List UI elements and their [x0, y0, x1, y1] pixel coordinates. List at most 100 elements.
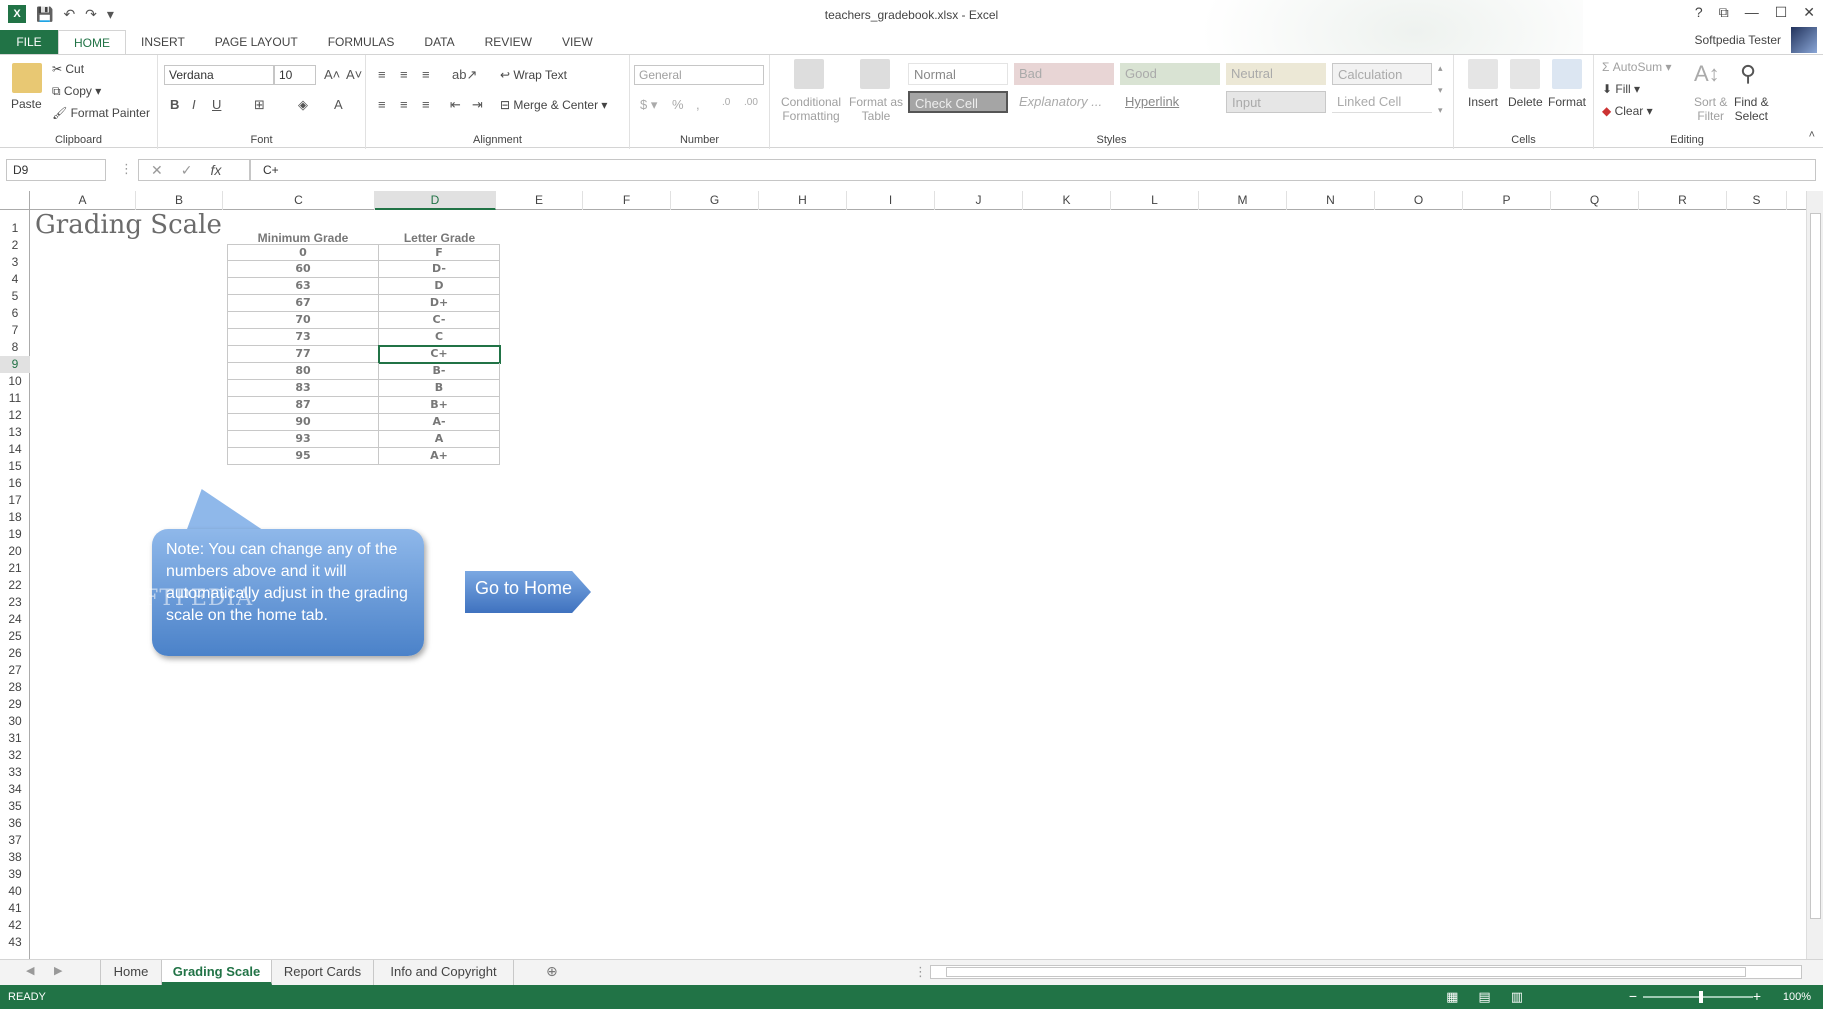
styles-more-icon[interactable]: ▾	[1438, 105, 1443, 116]
style-explanatory[interactable]: Explanatory ...	[1014, 91, 1114, 113]
conditional-formatting-icon[interactable]	[794, 59, 824, 89]
row-header-12[interactable]: 12	[0, 407, 30, 424]
copy-button[interactable]: ⧉ Copy ▾	[52, 84, 101, 99]
find-select-button[interactable]: Find & Select	[1734, 95, 1769, 123]
user-name[interactable]: Softpedia Tester	[1694, 33, 1781, 47]
normal-view-icon[interactable]: ▦	[1446, 989, 1458, 1005]
page-layout-view-icon[interactable]: ▤	[1478, 989, 1490, 1005]
column-header-s[interactable]: S	[1727, 191, 1787, 210]
row-header-35[interactable]: 35	[0, 798, 30, 815]
tab-view[interactable]: VIEW	[547, 30, 608, 54]
sheet-tab-home[interactable]: Home	[100, 960, 162, 985]
letter-grade-cell[interactable]: A-	[379, 414, 500, 431]
delete-button[interactable]: Delete	[1508, 95, 1543, 109]
align-bottom-icon[interactable]: ≡	[422, 67, 430, 82]
paste-button[interactable]: Paste	[11, 97, 42, 111]
tab-splitter-icon[interactable]: ⋮	[914, 964, 927, 980]
row-header-27[interactable]: 27	[0, 662, 30, 679]
style-hyperlink[interactable]: Hyperlink	[1120, 91, 1220, 113]
insert-function-icon[interactable]: fx	[210, 162, 221, 178]
binoculars-icon[interactable]: ⚲	[1740, 61, 1756, 87]
orientation-icon[interactable]: ab↗	[452, 67, 477, 83]
grow-font-icon[interactable]: A˄	[324, 67, 340, 82]
row-header-38[interactable]: 38	[0, 849, 30, 866]
min-grade-cell[interactable]: 93	[227, 431, 379, 448]
letter-grade-cell[interactable]: C-	[379, 312, 500, 329]
fill-color-icon[interactable]: ◈	[298, 97, 308, 113]
increase-decimal-icon[interactable]: .0	[722, 97, 730, 108]
row-header-10[interactable]: 10	[0, 373, 30, 390]
sheet-tab-grading-scale[interactable]: Grading Scale	[162, 960, 272, 985]
align-center-icon[interactable]: ≡	[400, 97, 408, 112]
row-header-19[interactable]: 19	[0, 526, 30, 543]
insert-cells-icon[interactable]	[1468, 59, 1498, 89]
column-header-k[interactable]: K	[1023, 191, 1111, 210]
letter-grade-cell[interactable]: F	[379, 244, 500, 261]
align-middle-icon[interactable]: ≡	[400, 67, 408, 82]
sheet-tab-info-copyright[interactable]: Info and Copyright	[374, 960, 514, 985]
min-grade-cell[interactable]: 80	[227, 363, 379, 380]
comma-icon[interactable]: ,	[696, 97, 700, 112]
column-header-b[interactable]: B	[136, 191, 223, 210]
letter-grade-cell[interactable]: A	[379, 431, 500, 448]
sheet-title[interactable]: Grading Scale	[35, 210, 222, 240]
autosum-button[interactable]: Σ AutoSum ▾	[1602, 60, 1671, 74]
row-header-32[interactable]: 32	[0, 747, 30, 764]
letter-grade-cell[interactable]: D	[379, 278, 500, 295]
row-header-4[interactable]: 4	[0, 271, 30, 288]
prev-sheet-icon[interactable]: ◀	[26, 964, 34, 977]
column-header-q[interactable]: Q	[1551, 191, 1639, 210]
name-box[interactable]: D9	[6, 159, 106, 181]
borders-icon[interactable]: ⊞	[254, 97, 265, 113]
format-cells-icon[interactable]	[1552, 59, 1582, 89]
cancel-icon[interactable]: ✕	[151, 162, 163, 179]
format-as-table-icon[interactable]	[860, 59, 890, 89]
min-grade-cell[interactable]: 73	[227, 329, 379, 346]
row-header-22[interactable]: 22	[0, 577, 30, 594]
number-format-select[interactable]: General	[634, 65, 764, 85]
column-header-l[interactable]: L	[1111, 191, 1199, 210]
column-header-h[interactable]: H	[759, 191, 847, 210]
row-header-34[interactable]: 34	[0, 781, 30, 798]
row-header-23[interactable]: 23	[0, 594, 30, 611]
cut-button[interactable]: ✂ Cut	[52, 62, 84, 76]
min-grade-cell[interactable]: 63	[227, 278, 379, 295]
select-all-corner[interactable]	[0, 191, 30, 210]
style-neutral[interactable]: Neutral	[1226, 63, 1326, 85]
row-header-20[interactable]: 20	[0, 543, 30, 560]
row-header-25[interactable]: 25	[0, 628, 30, 645]
row-header-37[interactable]: 37	[0, 832, 30, 849]
selected-letter-grade-cell[interactable]: C+	[378, 345, 501, 364]
letter-grade-cell[interactable]: A+	[379, 448, 500, 465]
column-header-j[interactable]: J	[935, 191, 1023, 210]
row-header-21[interactable]: 21	[0, 560, 30, 577]
min-grade-cell[interactable]: 87	[227, 397, 379, 414]
conditional-formatting-button[interactable]: Conditional Formatting	[776, 95, 846, 123]
style-bad[interactable]: Bad	[1014, 63, 1114, 85]
style-calculation[interactable]: Calculation	[1332, 63, 1432, 85]
column-header-c[interactable]: C	[223, 191, 375, 210]
maximize-icon[interactable]: ☐	[1775, 4, 1788, 21]
column-header-p[interactable]: P	[1463, 191, 1551, 210]
italic-icon[interactable]: I	[192, 97, 196, 112]
horizontal-scroll-thumb[interactable]	[946, 967, 1746, 977]
percent-icon[interactable]: %	[672, 97, 684, 112]
column-header-a[interactable]: A	[30, 191, 136, 210]
add-sheet-icon[interactable]: ⊕	[546, 963, 558, 980]
min-grade-header[interactable]: Minimum Grade	[227, 231, 379, 245]
zoom-level[interactable]: 100%	[1783, 991, 1811, 1003]
letter-grade-cell[interactable]: D-	[379, 261, 500, 278]
column-header-f[interactable]: F	[583, 191, 671, 210]
row-header-7[interactable]: 7	[0, 322, 30, 339]
collapse-ribbon-icon[interactable]: ˄	[1809, 129, 1815, 141]
row-header-36[interactable]: 36	[0, 815, 30, 832]
row-header-13[interactable]: 13	[0, 424, 30, 441]
zoom-slider[interactable]	[1643, 991, 1753, 1003]
avatar[interactable]	[1791, 27, 1817, 53]
row-header-14[interactable]: 14	[0, 441, 30, 458]
increase-indent-icon[interactable]: ⇥	[472, 97, 483, 113]
row-header-28[interactable]: 28	[0, 679, 30, 696]
decrease-indent-icon[interactable]: ⇤	[450, 97, 461, 113]
column-header-m[interactable]: M	[1199, 191, 1287, 210]
row-header-24[interactable]: 24	[0, 611, 30, 628]
